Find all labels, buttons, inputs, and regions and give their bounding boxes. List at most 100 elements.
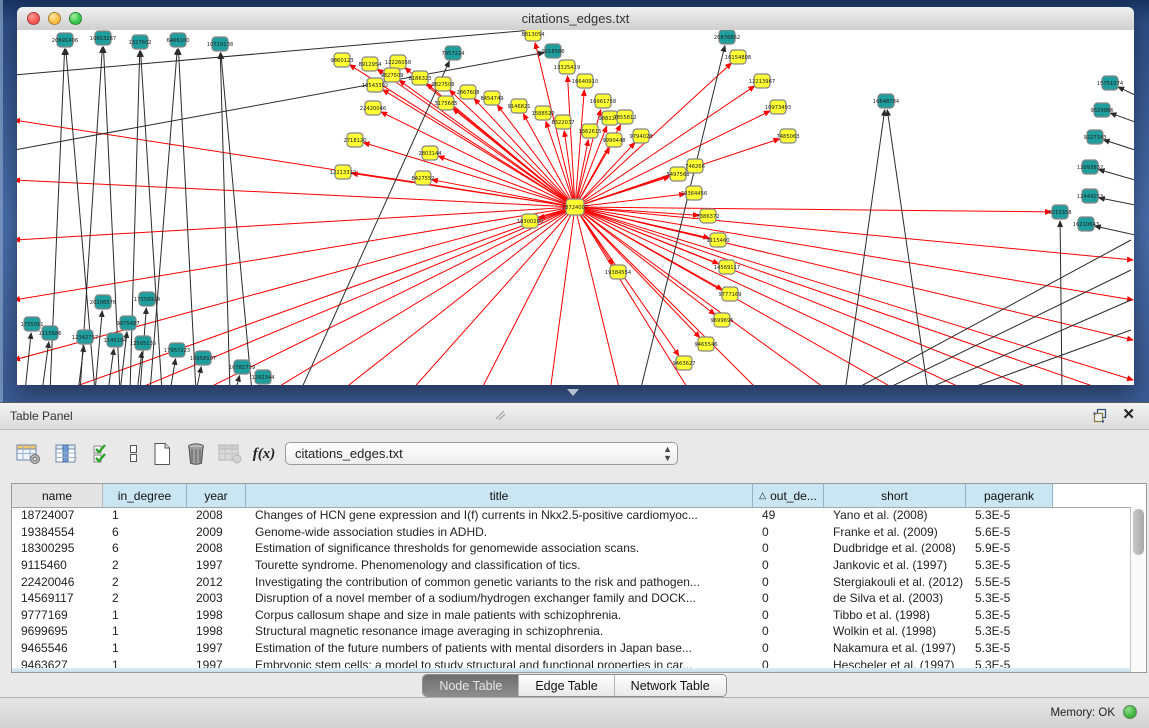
- graph-node[interactable]: 20691406: [52, 33, 78, 47]
- column-header-pagerank[interactable]: pagerank: [966, 484, 1053, 507]
- scrollbar-thumb[interactable]: [1133, 509, 1144, 555]
- pane-resize-grip-icon[interactable]: [493, 408, 507, 422]
- graph-node[interactable]: 12093832: [1077, 160, 1103, 174]
- column-header-in_degree[interactable]: in_degree: [103, 484, 187, 507]
- graph-node[interactable]: 9975487: [116, 316, 139, 330]
- graph-node[interactable]: 3175685: [434, 96, 457, 110]
- graph-node[interactable]: 16154808: [725, 50, 751, 64]
- graph-node[interactable]: 12505135: [130, 336, 156, 350]
- table-row[interactable]: 977716911998Corpus callosum shape and si…: [12, 607, 1130, 624]
- vertical-scrollbar[interactable]: [1130, 507, 1146, 672]
- graph-node[interactable]: 8322037: [551, 115, 574, 129]
- graph-node[interactable]: 10719138: [207, 37, 233, 51]
- network-view[interactable]: 1872400718300295549756874626620364456738…: [17, 30, 1134, 385]
- column-header-short[interactable]: short: [824, 484, 966, 507]
- graph-node[interactable]: 12342757: [72, 330, 98, 344]
- graph-node[interactable]: 9827508: [431, 77, 454, 91]
- graph-node[interactable]: 1735051: [20, 317, 43, 331]
- panel-close-icon[interactable]: ✕: [1122, 407, 1135, 423]
- graph-node[interactable]: 7386372: [696, 209, 719, 223]
- graph-node[interactable]: 9146821: [507, 99, 530, 113]
- graph-node[interactable]: 8912954: [358, 57, 382, 71]
- table-mode-icon[interactable]: [14, 440, 42, 468]
- table-row[interactable]: 1830029562008Estimation of significance …: [12, 540, 1130, 557]
- graph-node[interactable]: 14569117: [714, 260, 740, 274]
- graph-node[interactable]: 20876862: [714, 30, 740, 44]
- table-row[interactable]: 969969511998Structural magnetic resonanc…: [12, 623, 1130, 640]
- graph-node[interactable]: 16961758: [590, 94, 616, 108]
- graph-node[interactable]: 9329966: [1090, 103, 1113, 117]
- graph-node[interactable]: 1292344: [251, 370, 275, 384]
- graph-node[interactable]: 9218586: [541, 44, 564, 58]
- graph-node[interactable]: 7485063: [776, 129, 799, 143]
- column-visibility-icon[interactable]: [52, 440, 80, 468]
- graph-node[interactable]: 9827509: [380, 68, 403, 82]
- table-row[interactable]: 911546021997Tourette syndrome. Phenomeno…: [12, 557, 1130, 574]
- graph-node[interactable]: 8186323: [408, 71, 431, 85]
- splitter-collapse-icon[interactable]: [567, 389, 579, 396]
- graph-node[interactable]: 16640910: [572, 74, 598, 88]
- select-columns-icon[interactable]: [88, 440, 116, 468]
- graph-node[interactable]: 7957224: [441, 46, 465, 60]
- window-titlebar[interactable]: citations_edges.txt: [17, 7, 1134, 31]
- tab-edge-table[interactable]: Edge Table: [519, 675, 614, 696]
- graph-node[interactable]: 1145194: [103, 333, 127, 347]
- table-row[interactable]: 946554611997Estimation of the future num…: [12, 640, 1130, 657]
- graph-node[interactable]: 13325419: [554, 60, 580, 74]
- graph-node[interactable]: 9227343: [1083, 130, 1106, 144]
- graph-node[interactable]: 1327602: [128, 35, 151, 49]
- horizontal-scrollbar[interactable]: [12, 668, 1130, 672]
- graph-node[interactable]: 1588520: [531, 106, 554, 120]
- column-header-title[interactable]: title: [246, 484, 753, 507]
- graph-node[interactable]: 9777169: [718, 287, 741, 301]
- row-height-icon[interactable]: [120, 440, 148, 468]
- tab-node-table[interactable]: Node Table: [423, 675, 519, 696]
- graph-node[interactable]: 20206576: [90, 295, 116, 309]
- graph-node[interactable]: 2867608: [456, 85, 479, 99]
- table-row[interactable]: 2242004622012Investigating the contribut…: [12, 573, 1130, 590]
- import-table-icon[interactable]: [216, 440, 244, 468]
- table-row[interactable]: 946362711997Embryonic stem cells: a mode…: [12, 656, 1130, 668]
- graph-node[interactable]: 8427552: [411, 171, 434, 185]
- graph-node[interactable]: 2718120: [343, 133, 366, 147]
- graph-node[interactable]: 9463627: [672, 356, 695, 370]
- function-builder-icon[interactable]: f(x): [250, 440, 278, 468]
- graph-node[interactable]: 9699695: [710, 313, 733, 327]
- graph-node[interactable]: 8813054: [521, 30, 545, 41]
- graph-node[interactable]: 9115460: [706, 233, 729, 247]
- graph-node[interactable]: 12226058: [385, 55, 411, 69]
- graph-node[interactable]: 7855812: [613, 110, 636, 124]
- graph-node[interactable]: 10653287: [90, 31, 116, 45]
- float-window-icon[interactable]: [1093, 408, 1109, 424]
- graph-node[interactable]: 1362615: [578, 124, 601, 138]
- graph-node[interactable]: 12444153: [1077, 189, 1103, 203]
- graph-node[interactable]: 9465546: [694, 337, 717, 351]
- graph-node[interactable]: 8454749: [480, 91, 503, 105]
- graph-node[interactable]: 2803144: [418, 146, 442, 160]
- table-body[interactable]: 1872400712008Changes of HCN gene express…: [12, 507, 1130, 668]
- column-header-out_de[interactable]: △out_de...: [753, 484, 824, 507]
- table-selector-dropdown[interactable]: citations_edges.txt ▲▼: [285, 442, 678, 465]
- graph-node[interactable]: 16210643: [1073, 217, 1099, 231]
- create-column-icon[interactable]: [148, 440, 176, 468]
- graph-node[interactable]: 8215358: [1048, 205, 1071, 219]
- graph-node[interactable]: 12213967: [749, 74, 775, 88]
- graph-node[interactable]: 9794028: [629, 129, 652, 143]
- graph-node[interactable]: 16782759: [229, 360, 255, 374]
- table-row[interactable]: 1872400712008Changes of HCN gene express…: [12, 507, 1130, 524]
- table-panel-header[interactable]: Table Panel ✕: [0, 403, 1149, 430]
- graph-node[interactable]: 16648784: [873, 94, 900, 108]
- graph-node[interactable]: 17957223: [164, 343, 190, 357]
- tab-network-table[interactable]: Network Table: [615, 675, 726, 696]
- column-header-year[interactable]: year: [187, 484, 246, 507]
- graph-node[interactable]: 18724007: [562, 199, 588, 215]
- graph-node[interactable]: 19384554: [605, 265, 632, 279]
- table-row[interactable]: 1456911722003Disruption of a novel membe…: [12, 590, 1130, 607]
- graph-node[interactable]: 6466100: [166, 33, 189, 47]
- graph-node[interactable]: 20364456: [681, 186, 707, 200]
- table-row[interactable]: 1938455462009Genome-wide association stu…: [12, 524, 1130, 541]
- graph-node[interactable]: 12213312: [330, 165, 356, 179]
- graph-node[interactable]: 9860123: [330, 53, 353, 67]
- graph-node[interactable]: 1115686: [38, 326, 61, 340]
- column-header-name[interactable]: name: [12, 484, 103, 507]
